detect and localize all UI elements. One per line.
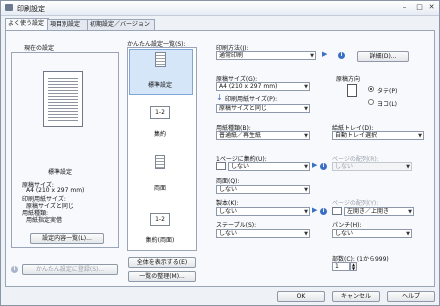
copies-spinner[interactable]: ▲ ▼ <box>350 262 357 271</box>
info-icon: i <box>320 163 327 170</box>
details-button[interactable]: 詳細(D)... <box>357 51 409 62</box>
punch-select[interactable]: しない <box>332 229 412 238</box>
print-settings-window: 印刷設定 – □ ✕ よく使う設定 項目別設定 初期設定／バージョン 現在の設定… <box>0 0 440 306</box>
paper-type-select[interactable]: 普通紙／再生紙 <box>216 131 310 140</box>
play-arrow-icon: ▶ <box>322 50 328 58</box>
show-all-button[interactable]: 全体を表示する(E) <box>128 257 196 268</box>
original-size-select[interactable]: A4 (210 x 297 mm) <box>216 82 310 91</box>
preset-item-nup-duplex[interactable]: 1-2 集約(両面) <box>129 213 191 244</box>
tab-by-item[interactable]: 項目別設定 <box>47 19 89 30</box>
portrait-label: タテ(P) <box>377 88 398 95</box>
binding-label: 製本(K): <box>216 200 239 207</box>
preset-label: 標準設定 <box>147 82 172 89</box>
tab-frequent[interactable]: よく使う設定 <box>5 18 49 30</box>
nup-icon: 1-2 <box>150 106 170 119</box>
duplex-label: 両面(Q): <box>216 178 240 185</box>
print-size-label: 印刷用紙サイズ(P): <box>225 96 278 103</box>
window-title: 印刷設定 <box>17 5 45 13</box>
preset-item-standard[interactable]: 標準設定 <box>129 52 191 89</box>
portrait-radio[interactable] <box>368 86 374 92</box>
settings-list-button[interactable]: 設定内容一覧(L)... <box>30 233 104 244</box>
printer-icon <box>5 4 13 11</box>
cancel-button[interactable]: キャンセル <box>332 291 380 302</box>
document-icon <box>154 52 166 67</box>
preset-item-nup[interactable]: 1-2 集約 <box>129 106 191 138</box>
register-preset-button[interactable]: かんたん設定に登録(S)... <box>22 264 118 275</box>
print-method-select[interactable]: 通常印刷 <box>216 51 316 60</box>
staple-select[interactable]: しない <box>216 229 310 238</box>
settings-panel: 現在の設定 標準設定 原稿サイズ: A4 (210 x 297 mm) 印刷用紙… <box>5 30 435 287</box>
tray-select[interactable]: 自動トレイ選択 <box>332 131 424 140</box>
organize-list-button[interactable]: 一覧の整理(M)... <box>128 271 196 282</box>
nup-layout-icon <box>216 162 226 170</box>
duplex-icon <box>155 155 165 169</box>
nup-duplex-icon: 1-2 <box>150 213 170 226</box>
maximize-icon[interactable]: □ <box>414 3 425 12</box>
binding-order-select[interactable]: 左開き／上開き <box>344 207 414 216</box>
page-order-select[interactable]: しない <box>332 162 412 171</box>
nup-select[interactable]: しない <box>228 162 310 171</box>
minimize-icon[interactable]: – <box>399 3 410 12</box>
info-icon: i <box>320 208 327 215</box>
tab-defaults-version[interactable]: 初期設定／バージョン <box>87 19 155 30</box>
preset-label: 集約 <box>153 131 166 138</box>
help-button[interactable]: ヘルプ <box>387 291 435 302</box>
detail-line: A4 (210 x 297 mm) <box>26 187 85 194</box>
current-settings-box: 標準設定 原稿サイズ: A4 (210 x 297 mm) 印刷用紙サイズ: 原… <box>11 52 119 248</box>
play-arrow-icon: ▶ <box>312 161 318 169</box>
info-icon: i <box>11 266 18 273</box>
play-arrow-icon: ▶ <box>312 206 318 214</box>
copies-input[interactable]: 1 <box>332 262 350 271</box>
portrait-page-icon <box>347 84 357 97</box>
document-preview <box>43 71 83 127</box>
binding-layout-icon <box>332 207 342 215</box>
ok-button[interactable]: OK <box>277 291 325 302</box>
orientation-heading: 原稿方向 <box>336 76 361 83</box>
current-settings-heading: 現在の設定 <box>24 45 55 52</box>
preset-label: 両面 <box>153 185 166 192</box>
landscape-label: ヨコ(L) <box>377 101 398 108</box>
binding-select[interactable]: しない <box>216 207 310 216</box>
staple-label: ステープル(S): <box>216 222 257 229</box>
title-bar: 印刷設定 – □ ✕ <box>1 1 439 16</box>
close-icon[interactable]: ✕ <box>426 3 437 12</box>
print-size-select[interactable]: 原稿サイズと同じ <box>216 104 310 113</box>
preset-label: 集約(両面) <box>145 237 175 244</box>
detail-line: 用紙指定実借 <box>26 217 63 224</box>
preset-item-duplex[interactable]: 両面 <box>129 155 191 192</box>
current-preset-name: 標準設定 <box>48 169 73 176</box>
duplex-select[interactable]: しない <box>216 185 310 194</box>
info-icon: i <box>338 52 345 59</box>
binding-order-label: ページの配列(Y): <box>332 200 379 207</box>
landscape-radio[interactable] <box>368 99 374 105</box>
down-arrow-icon: ↓ <box>216 93 223 102</box>
punch-label: パンチ(H): <box>332 222 362 229</box>
